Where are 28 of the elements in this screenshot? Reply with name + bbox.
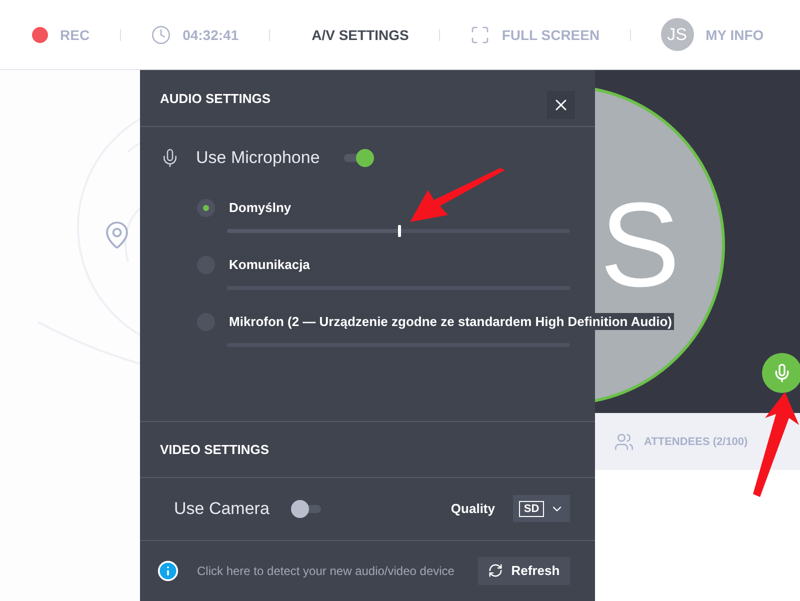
hint-text[interactable]: Click here to detect your new audio/video device xyxy=(197,562,457,579)
section-title: VIDEO SETTINGS xyxy=(160,442,270,456)
toolbar-button[interactable]: A/V SETTINGS xyxy=(312,26,409,42)
refresh-button[interactable]: Refresh xyxy=(478,556,570,585)
toggle-label: Use Camera xyxy=(174,498,270,518)
section-title: AUDIO SETTINGS xyxy=(160,90,271,106)
toolbar-button[interactable]: 04:32:41 xyxy=(182,26,239,42)
info-icon xyxy=(157,560,179,582)
level-slider[interactable] xyxy=(227,224,570,236)
avatar[interactable]: JS xyxy=(660,18,694,51)
camera-toggle[interactable] xyxy=(291,498,324,518)
toggle-label: Use Microphone xyxy=(196,148,320,168)
refresh-icon xyxy=(488,563,504,578)
clock-icon xyxy=(150,24,171,44)
toolbar-button[interactable]: MY INFO xyxy=(706,26,764,42)
quality-select[interactable]: SD xyxy=(513,495,570,522)
fullscreen-icon xyxy=(470,24,490,44)
close-button[interactable] xyxy=(547,91,575,119)
quality-label: Quality xyxy=(450,501,495,516)
slider-thumb[interactable] xyxy=(398,224,400,236)
microphone-button[interactable] xyxy=(762,353,800,393)
record-dot-icon xyxy=(32,26,48,42)
toolbar-button[interactable]: FULL SCREEN xyxy=(502,26,600,42)
radio-button[interactable] xyxy=(197,198,215,216)
device-label: Mikrofon (2 — Urządzenie zgodne ze standardem High Definition Audio) xyxy=(227,313,674,330)
microphone-toggle[interactable] xyxy=(342,148,374,168)
people-icon xyxy=(614,432,634,452)
toolbar-button[interactable]: REC xyxy=(60,26,90,42)
